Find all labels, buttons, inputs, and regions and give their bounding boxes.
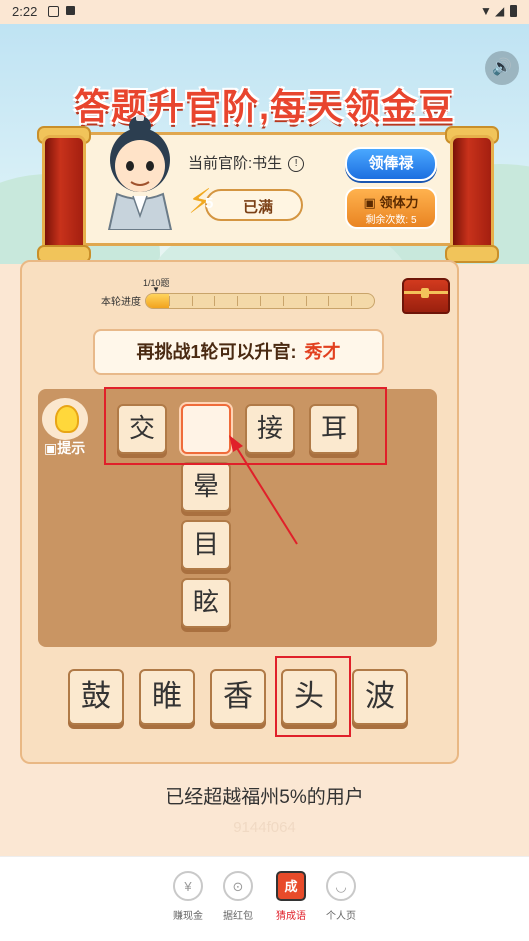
- progress-segment-divider: [237, 296, 239, 306]
- nav-red-packet[interactable]: ⊙ 据红包: [210, 871, 266, 922]
- current-rank-label: 当前官阶:书生: [188, 155, 283, 172]
- profile-icon: ◡: [326, 871, 356, 901]
- energy-status: 已满: [243, 199, 274, 216]
- treasure-chest-icon[interactable]: [402, 278, 450, 314]
- hint-button[interactable]: [42, 398, 88, 440]
- idiom-icon: 成: [276, 871, 306, 901]
- collect-stamina-button[interactable]: ▣ 领体力 剩余次数: 5: [345, 187, 437, 229]
- nav-guess-idiom[interactable]: 成 猜成语: [263, 871, 319, 922]
- rank-percentile-note: 已经超越福州5%的用户: [165, 787, 364, 808]
- choice-tile[interactable]: 睢: [139, 669, 195, 725]
- highlight-box-row: [104, 387, 387, 465]
- progress-fill: [146, 294, 169, 308]
- current-rank: 当前官阶:书生!: [188, 152, 305, 173]
- progress-segment-divider: [191, 296, 193, 306]
- progress-segment-divider: [214, 296, 216, 306]
- app-icon: [66, 6, 75, 15]
- watermark: 9144f064: [233, 819, 296, 836]
- battery-icon: [510, 5, 517, 17]
- stamina-button-label: 领体力: [379, 195, 419, 210]
- yen-icon: ¥: [173, 871, 203, 901]
- nav-label: 猜成语: [276, 911, 306, 922]
- progress-label: 本轮进度: [101, 297, 141, 308]
- choice-tile[interactable]: 波: [352, 669, 408, 725]
- lightbulb-icon: [55, 405, 79, 433]
- puzzle-cell[interactable]: 目: [181, 520, 231, 570]
- progress-segment-divider: [168, 296, 170, 306]
- nav-profile[interactable]: ◡ 个人页: [313, 871, 369, 922]
- stamina-remaining: 剩余次数: 5: [365, 215, 417, 226]
- hint-label[interactable]: ▣提示: [44, 438, 85, 458]
- energy-count: 5: [205, 195, 214, 212]
- red-packet-icon: ⊙: [223, 871, 253, 901]
- progress-segment-divider: [328, 296, 330, 306]
- status-time: 2:22: [12, 4, 38, 19]
- nav-label: 赚现金: [173, 911, 203, 922]
- scroll-roller-left: [42, 135, 86, 253]
- challenge-text: 再挑战1轮可以升官:: [136, 342, 297, 362]
- video-icon: ▣: [363, 195, 376, 210]
- choice-tile[interactable]: 鼓: [68, 669, 124, 725]
- puzzle-cell[interactable]: 晕: [181, 462, 231, 512]
- bottom-nav: ¥ 赚现金 ⊙ 据红包 成 猜成语 ◡ 个人页: [0, 856, 529, 941]
- progress-segment-divider: [305, 296, 307, 306]
- nav-label: 据红包: [223, 911, 253, 922]
- progress-segment-divider: [282, 296, 284, 306]
- nav-label: 个人页: [326, 911, 356, 922]
- highlight-box-choice: [275, 656, 351, 737]
- scroll-roller-right: [450, 135, 494, 253]
- scholar-avatar: [107, 115, 173, 230]
- challenge-banner: 再挑战1轮可以升官: 秀才: [93, 329, 384, 375]
- round-progress-bar: [145, 293, 375, 309]
- status-bar: 2:22 ▼ ◢: [0, 0, 529, 24]
- wifi-icon: ▼: [480, 4, 492, 18]
- progress-segment-divider: [260, 296, 261, 306]
- signal-icon: ◢: [495, 4, 505, 18]
- info-icon[interactable]: !: [288, 156, 305, 173]
- puzzle-cell[interactable]: 眩: [181, 578, 231, 628]
- speaker-icon: 🔊: [492, 59, 512, 76]
- collect-salary-button[interactable]: 领俸禄: [345, 147, 437, 181]
- notification-icon: [48, 6, 59, 17]
- nav-earn-cash[interactable]: ¥ 赚现金: [160, 871, 216, 922]
- progress-segment-divider: [351, 296, 353, 306]
- next-rank: 秀才: [304, 342, 341, 362]
- page-title: 答题升官阶,每天领金豆: [73, 86, 455, 127]
- choice-tile[interactable]: 香: [210, 669, 266, 725]
- video-icon: ▣: [44, 440, 58, 456]
